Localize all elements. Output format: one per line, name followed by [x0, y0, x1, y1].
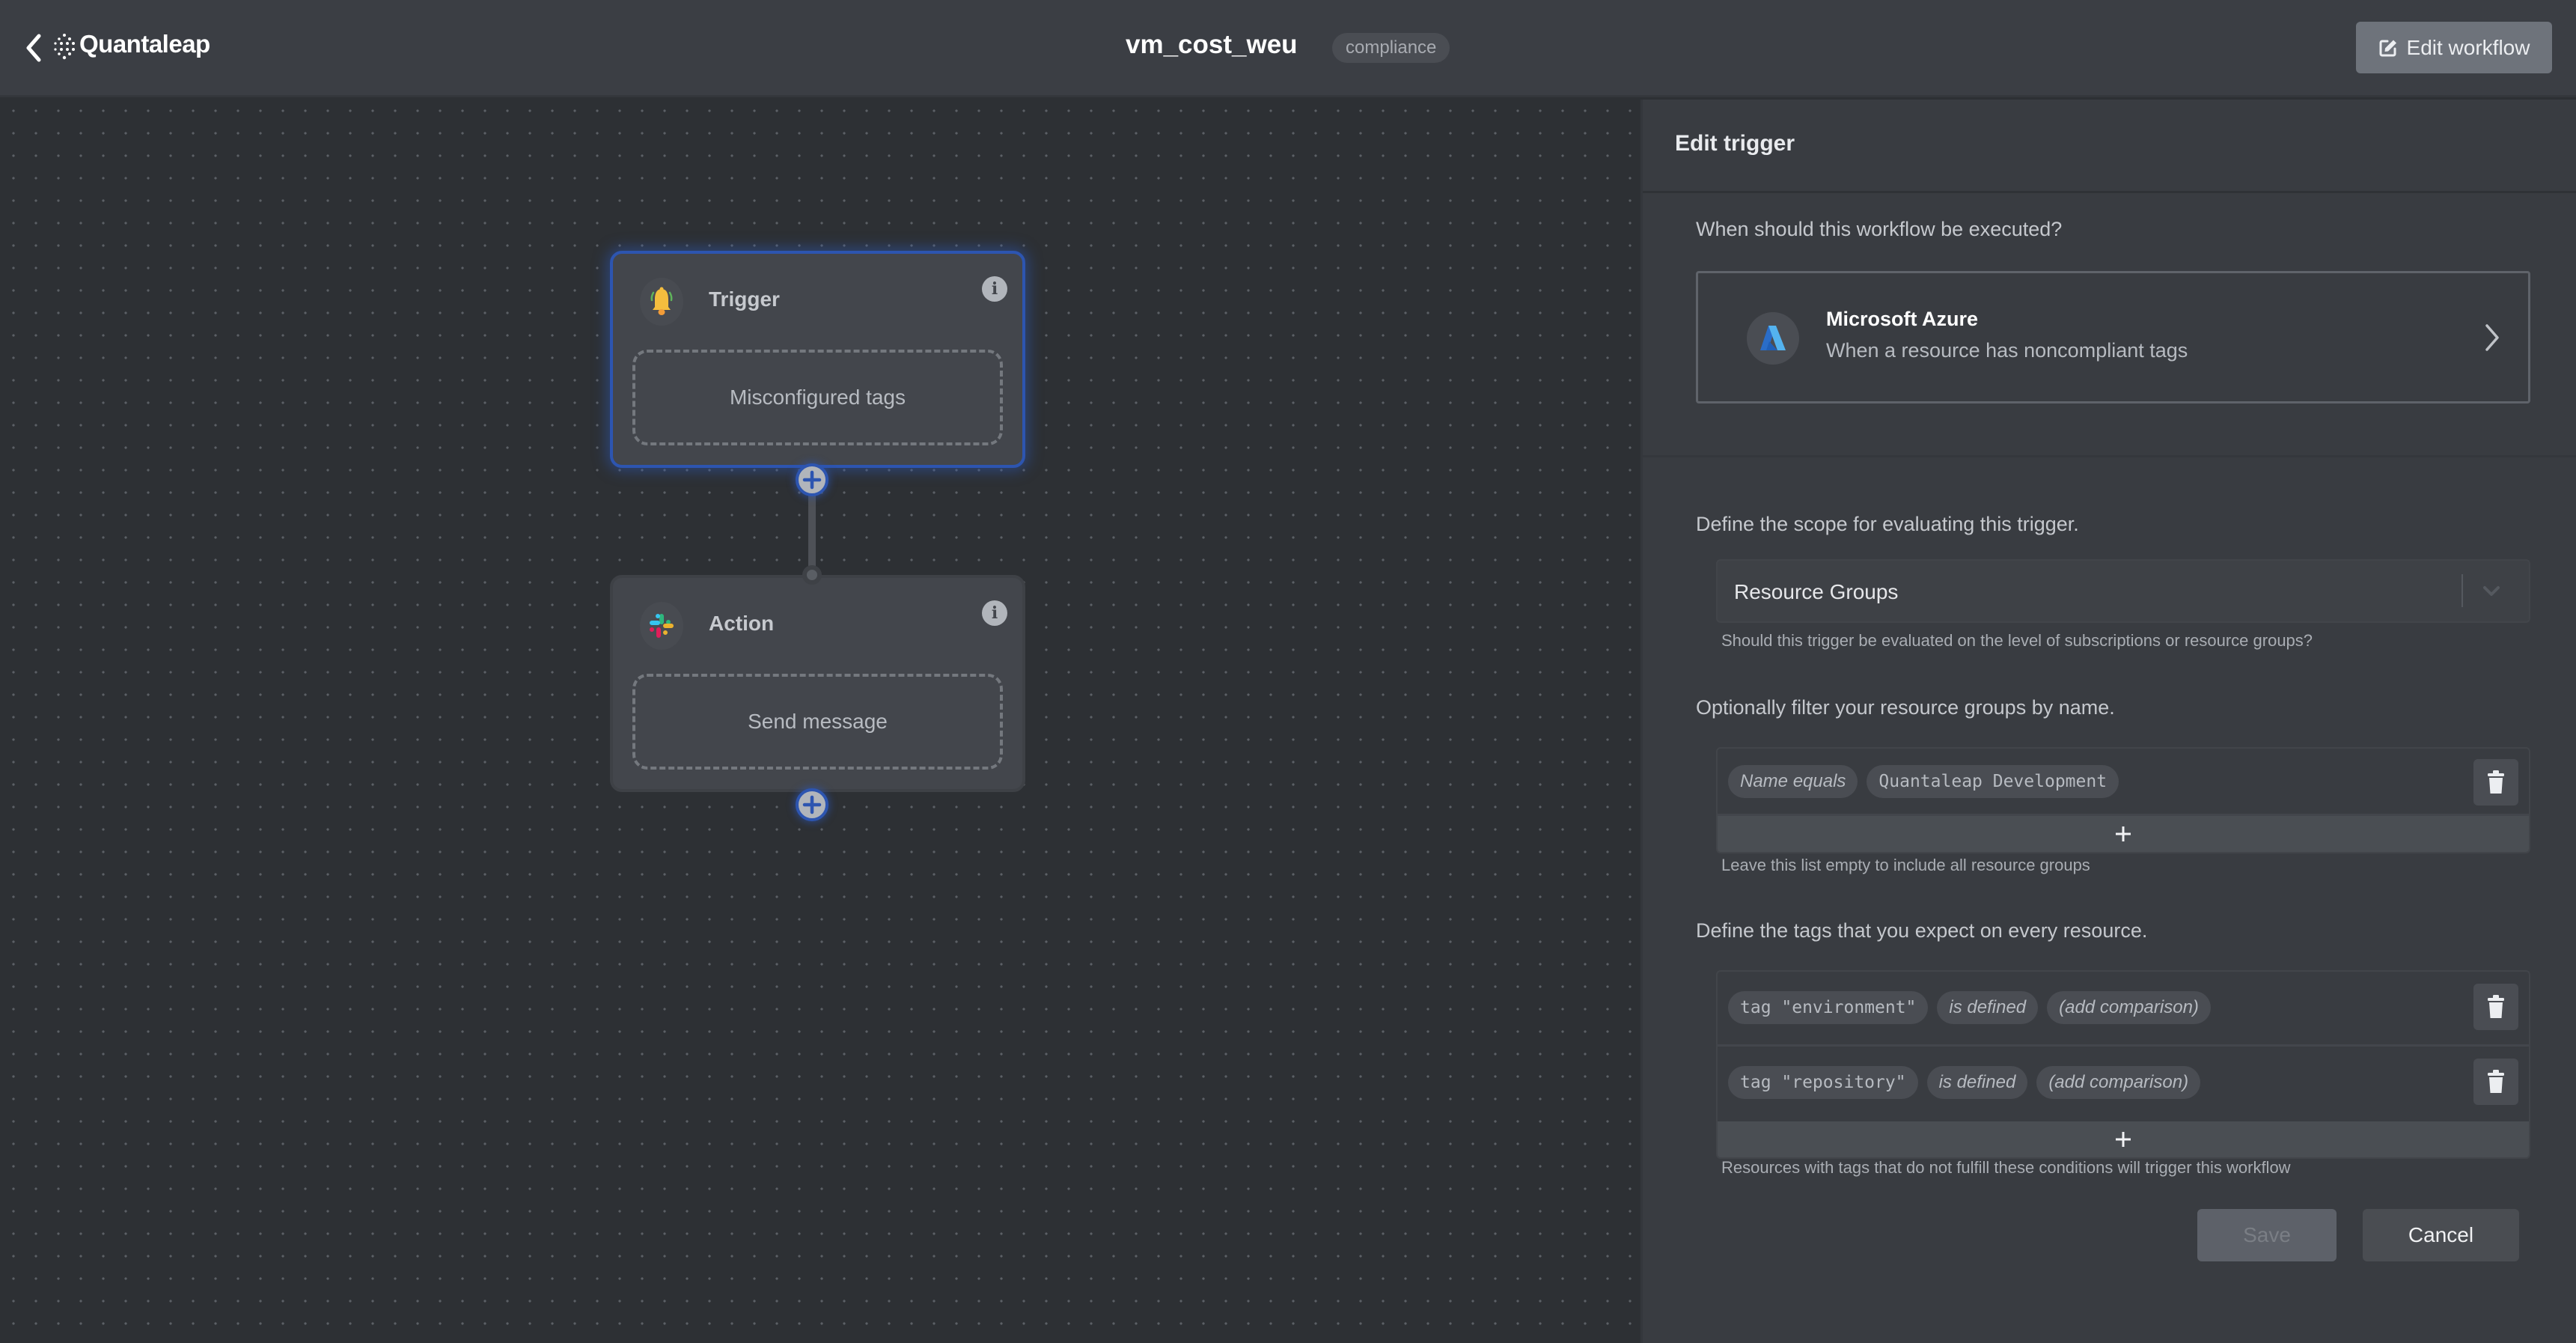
scope-select[interactable]: Resource Groups	[1716, 559, 2530, 623]
trigger-description: When a resource has noncompliant tags	[1826, 339, 2188, 362]
workflow-category-badge: compliance	[1332, 33, 1450, 63]
edit-trigger-panel: Edit trigger When should this workflow b…	[1640, 100, 2576, 1343]
select-separator	[2461, 574, 2463, 607]
panel-header: Edit trigger	[1643, 100, 2576, 193]
bell-icon	[650, 287, 673, 315]
top-bar: Quantaleap vm_cost_weu compliance Edit w…	[0, 0, 2576, 97]
plus-icon	[802, 470, 822, 490]
tag-condition-row: tag "repository" is defined (add compari…	[1718, 1047, 2529, 1121]
cancel-button[interactable]: Cancel	[2363, 1209, 2519, 1261]
filter-value-chip[interactable]: Quantaleap Development	[1867, 765, 2119, 798]
edit-workflow-label: Edit workflow	[2406, 35, 2530, 59]
node-icon-container	[640, 602, 683, 650]
filter-label: Optionally filter your resource groups b…	[1696, 696, 2115, 719]
scope-label: Define the scope for evaluating this tri…	[1696, 513, 2079, 535]
section-divider	[1643, 455, 2576, 457]
chevron-right-icon	[2485, 324, 2499, 351]
trigger-node[interactable]: Trigger i Misconfigured tags	[610, 251, 1025, 468]
add-comparison-chip[interactable]: (add comparison)	[2036, 1066, 2201, 1099]
trash-icon	[2488, 995, 2504, 1018]
filter-list: Name equals Quantaleap Development	[1716, 747, 2530, 853]
chevron-down-icon[interactable]	[2481, 583, 2502, 600]
plus-icon	[802, 795, 822, 814]
filter-operator-chip[interactable]: Name equals	[1728, 765, 1858, 798]
filter-help-text: Leave this list empty to include all res…	[1721, 856, 2090, 874]
add-step-button[interactable]	[796, 463, 828, 496]
workflow-canvas[interactable]: Trigger i Misconfigured tags Action i Se…	[0, 100, 1640, 1343]
edit-square-icon	[2379, 40, 2396, 56]
delete-tag-button[interactable]	[2473, 1059, 2518, 1105]
add-step-button[interactable]	[796, 788, 828, 821]
chevron-left-icon[interactable]	[22, 31, 45, 64]
logo-icon	[54, 34, 75, 60]
tag-name-chip[interactable]: tag "environment"	[1728, 991, 1929, 1024]
delete-tag-button[interactable]	[2473, 984, 2518, 1030]
action-node[interactable]: Action i Send message	[610, 575, 1025, 792]
trash-icon	[2488, 770, 2504, 794]
node-input-handle[interactable]	[802, 565, 822, 585]
plus-icon	[2116, 1132, 2131, 1147]
panel-title: Edit trigger	[1675, 131, 1795, 156]
azure-icon-container	[1747, 312, 1799, 365]
when-label: When should this workflow be executed?	[1696, 218, 2063, 240]
scope-help-text: Should this trigger be evaluated on the …	[1721, 631, 2313, 650]
tag-name-chip[interactable]: tag "repository"	[1728, 1066, 1918, 1099]
plus-icon	[2116, 826, 2131, 841]
add-comparison-chip[interactable]: (add comparison)	[2047, 991, 2211, 1024]
workflow-title: vm_cost_weu	[1126, 30, 1298, 59]
tag-condition-list: tag "environment" is defined (add compar…	[1716, 970, 2530, 1159]
info-icon[interactable]: i	[982, 276, 1007, 302]
tags-label: Define the tags that you expect on every…	[1696, 919, 2148, 942]
trigger-type-card[interactable]: Microsoft Azure When a resource has nonc…	[1696, 271, 2530, 403]
azure-icon	[1760, 326, 1786, 350]
slack-icon	[650, 614, 674, 638]
add-filter-button[interactable]	[1718, 816, 2529, 852]
add-tag-button[interactable]	[1718, 1121, 2529, 1157]
tags-help-text: Resources with tags that do not fulfill …	[1721, 1158, 2291, 1177]
node-icon-container	[640, 278, 683, 326]
tag-condition-row: tag "environment" is defined (add compar…	[1718, 972, 2529, 1047]
delete-filter-button[interactable]	[2473, 759, 2518, 806]
info-icon[interactable]: i	[982, 600, 1007, 626]
node-title: Action	[709, 612, 775, 635]
trigger-node-body[interactable]: Misconfigured tags	[632, 350, 1003, 445]
node-connector	[808, 494, 816, 576]
tag-condition-chip[interactable]: is defined	[1926, 1066, 2028, 1099]
trash-icon	[2488, 1070, 2504, 1093]
node-title: Trigger	[709, 287, 780, 311]
edit-workflow-button[interactable]: Edit workflow	[2356, 22, 2552, 73]
action-node-body[interactable]: Send message	[632, 674, 1003, 770]
filter-row: Name equals Quantaleap Development	[1718, 749, 2529, 816]
tag-condition-chip[interactable]: is defined	[1937, 991, 2039, 1024]
trigger-provider: Microsoft Azure	[1826, 308, 1979, 330]
brand-name[interactable]: Quantaleap	[79, 30, 210, 58]
scope-select-value: Resource Groups	[1734, 580, 1899, 603]
save-button[interactable]: Save	[2197, 1209, 2337, 1261]
